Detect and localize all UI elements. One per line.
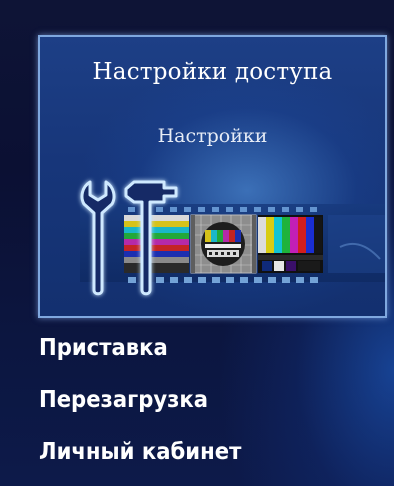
tile-title: Настройки доступа xyxy=(92,59,333,85)
access-settings-tile[interactable]: Настройки доступа Настройки xyxy=(38,35,387,318)
main-menu: Приставка Перезагрузка Личный кабинет xyxy=(39,328,389,484)
menu-item-pristavka[interactable]: Приставка xyxy=(39,328,361,380)
menu-item-reboot[interactable]: Перезагрузка xyxy=(39,380,361,432)
settings-screen: Настройки доступа Настройки Приставка Пе… xyxy=(0,0,394,486)
tile-subtitle: Настройки xyxy=(157,125,268,147)
menu-item-personal-account[interactable]: Личный кабинет xyxy=(39,432,361,484)
wrench-hammer-test-pattern-icon xyxy=(80,180,385,296)
